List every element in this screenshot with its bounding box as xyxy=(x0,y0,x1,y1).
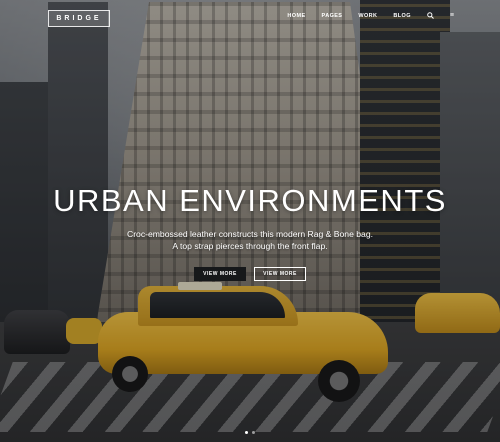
hero-buttons: VIEW MORE VIEW MORE xyxy=(0,267,500,281)
nav-item-work[interactable]: WORK xyxy=(358,13,377,19)
search-icon[interactable] xyxy=(427,12,434,19)
nav-item-pages[interactable]: PAGES xyxy=(322,13,343,19)
view-more-button-secondary[interactable]: VIEW MORE xyxy=(254,267,306,281)
hero-subtitle-line-1: Croc-embossed leather constructs this mo… xyxy=(126,229,373,239)
hero-subtitle: Croc-embossed leather constructs this mo… xyxy=(0,228,500,252)
hero-content: URBAN ENVIRONMENTS Croc-embossed leather… xyxy=(0,183,500,281)
nav-item-blog[interactable]: BLOG xyxy=(393,13,411,19)
slide-dot-2[interactable] xyxy=(252,431,255,434)
nav-item-home[interactable]: HOME xyxy=(287,13,305,19)
slide-dot-1[interactable] xyxy=(245,431,248,434)
hero-slider: BRIDGE HOME PAGES WORK BLOG ≡ URBAN ENVI… xyxy=(0,0,500,442)
menu-icon[interactable]: ≡ xyxy=(450,12,454,19)
site-logo[interactable]: BRIDGE xyxy=(48,10,110,27)
site-header: BRIDGE HOME PAGES WORK BLOG ≡ xyxy=(0,0,500,36)
hero-title: URBAN ENVIRONMENTS xyxy=(53,183,447,218)
hero-subtitle-line-2: A top strap pierces through the front fl… xyxy=(172,241,328,251)
main-nav: HOME PAGES WORK BLOG ≡ xyxy=(287,12,454,19)
slider-pagination xyxy=(0,431,500,434)
view-more-button-primary[interactable]: VIEW MORE xyxy=(194,267,246,281)
